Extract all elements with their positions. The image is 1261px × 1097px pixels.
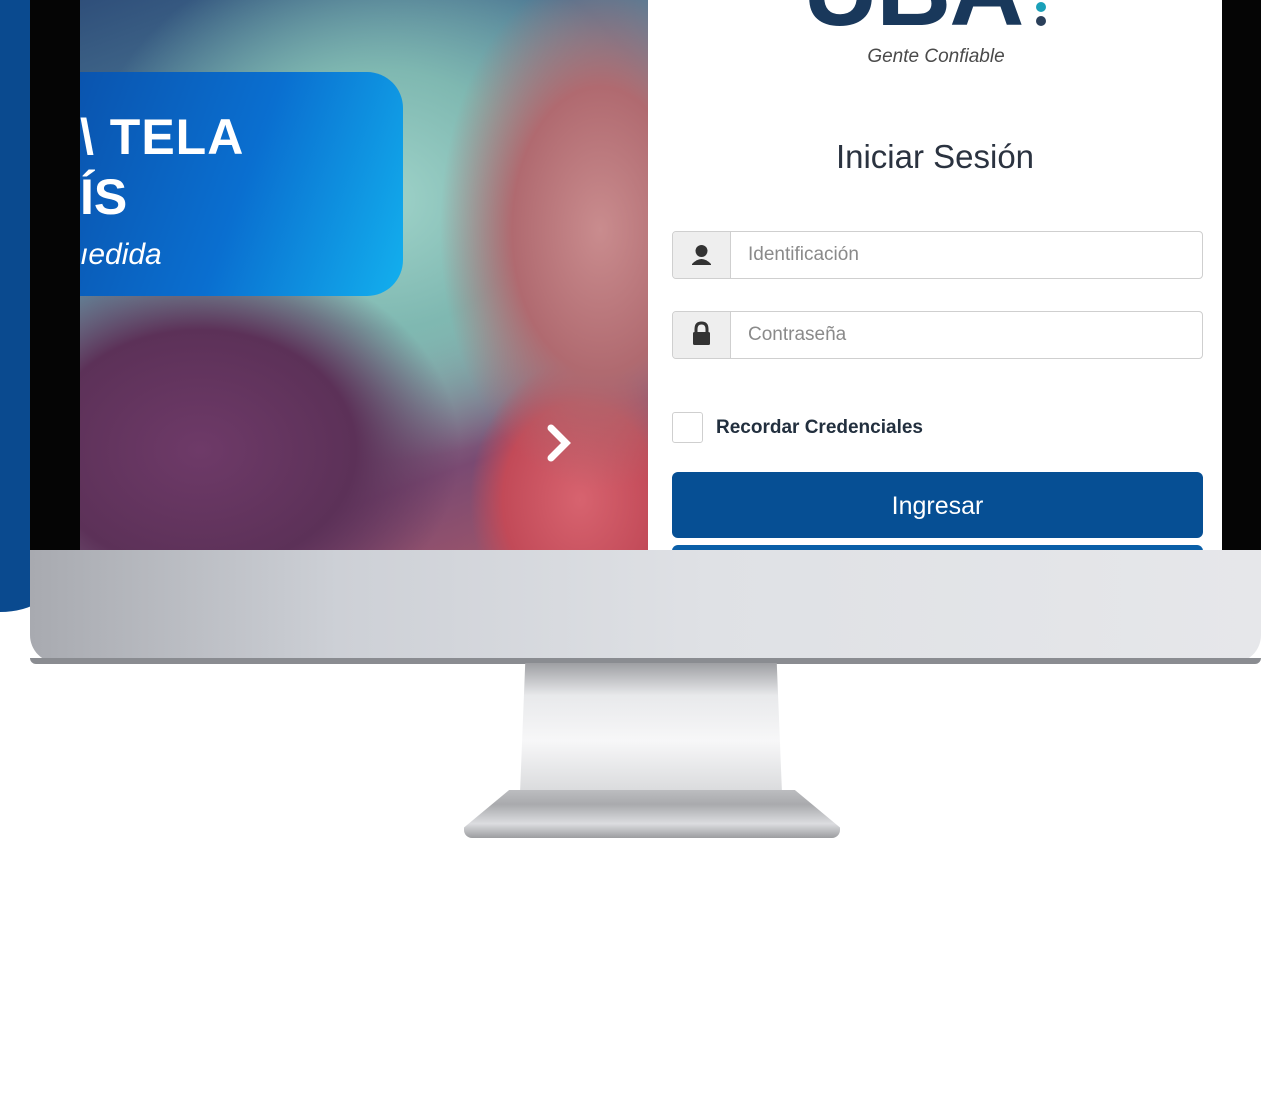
- monitor-chin: [30, 550, 1261, 663]
- promo-carousel: \ TELA ÍS ıedida: [80, 0, 648, 550]
- identification-input[interactable]: [731, 232, 1199, 278]
- chevron-right-icon[interactable]: [535, 420, 581, 466]
- user-icon: [673, 232, 731, 278]
- promo-subline: ıedida: [80, 238, 162, 271]
- monitor-screen: \ TELA ÍS ıedida UBA Gente Confiable Ini…: [80, 0, 1222, 550]
- chevron-right-icon-svg: [547, 424, 571, 462]
- password-input[interactable]: [731, 312, 1199, 358]
- password-field: [672, 311, 1203, 359]
- logo-dot: [1036, 2, 1046, 12]
- remember-checkbox[interactable]: [672, 412, 703, 443]
- remember-label[interactable]: Recordar Credenciales: [716, 417, 923, 439]
- page-title: Iniciar Sesión: [835, 138, 1035, 175]
- id-field: [672, 231, 1203, 279]
- brand-logo: UBA: [803, 0, 1024, 42]
- promo-headline-2: ÍS: [80, 169, 128, 225]
- monitor-stand-foot: [464, 790, 840, 838]
- login-panel: UBA Gente Confiable Iniciar Sesión: [648, 0, 1222, 550]
- lock-icon: [673, 312, 731, 358]
- brand-tagline: Gente Confiable: [867, 46, 1005, 67]
- login-button[interactable]: Ingresar: [672, 472, 1203, 538]
- promo-headline-1: \ TELA: [80, 109, 245, 165]
- monitor-stand-neck: [520, 663, 782, 793]
- logo-dot: [1036, 16, 1046, 26]
- logo-dots: [1036, 2, 1046, 30]
